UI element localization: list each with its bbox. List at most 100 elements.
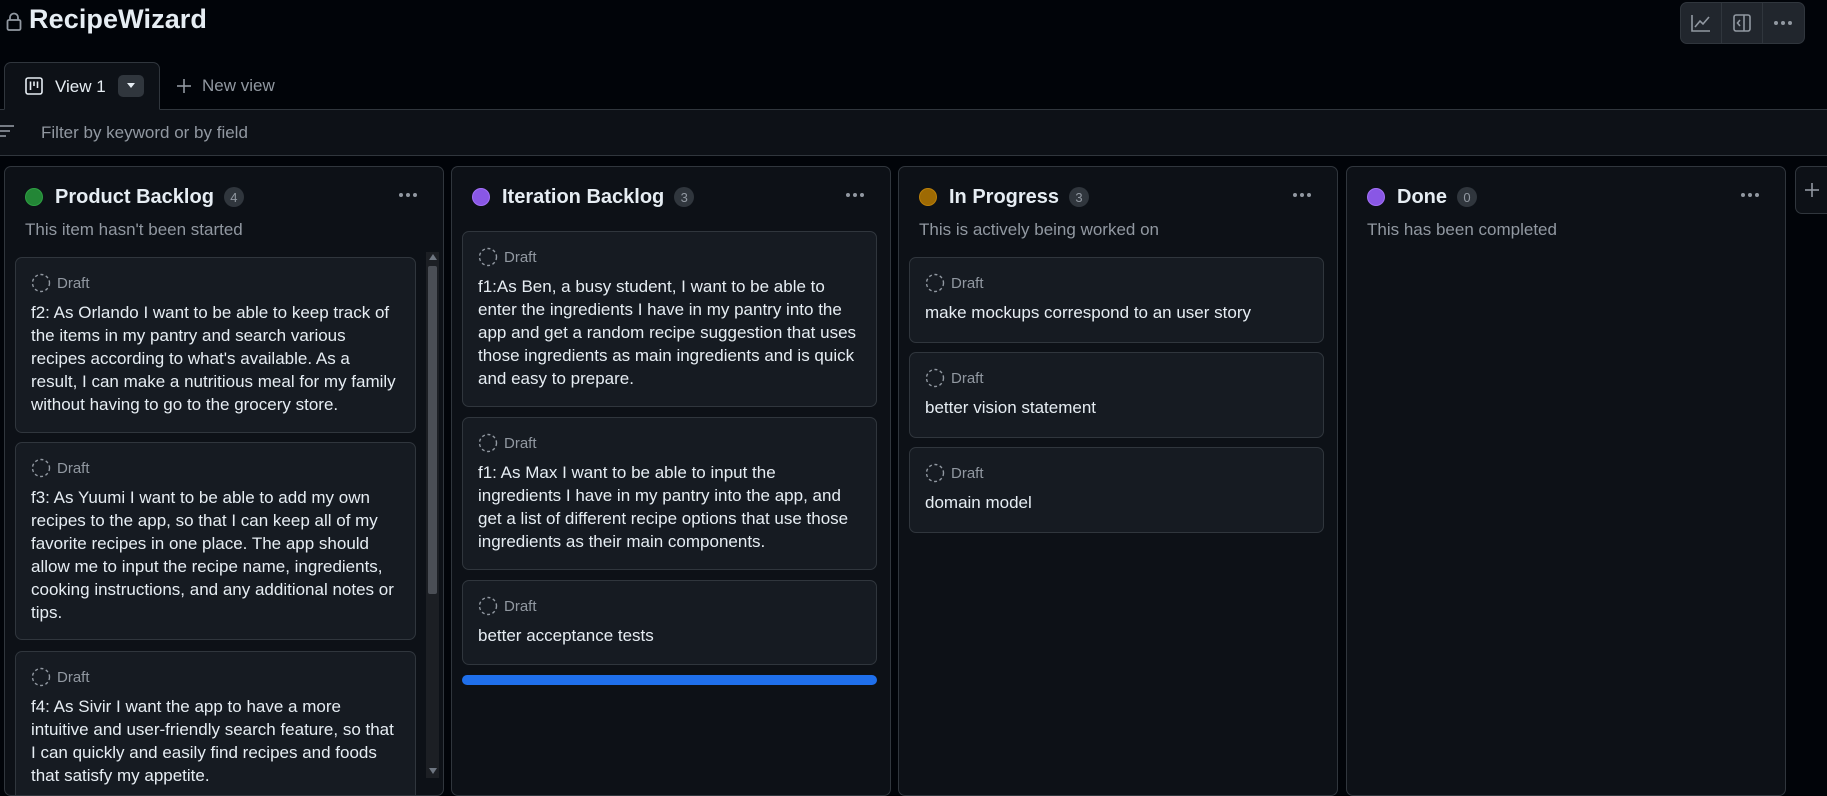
card-status-label: Draft: [951, 464, 984, 482]
column-count: 3: [674, 187, 695, 207]
column-product-backlog: Product Backlog 4 This item hasn't been …: [4, 166, 444, 796]
card-title[interactable]: f1: As Max I want to be able to input th…: [478, 461, 861, 553]
draft-circle-icon: [925, 463, 945, 483]
card[interactable]: Draft better vision statement: [909, 352, 1324, 438]
add-column-button[interactable]: [1795, 166, 1827, 214]
status-dot: [1367, 188, 1385, 206]
card-status: Draft: [31, 667, 400, 687]
project-header: RecipeWizard: [0, 0, 1827, 62]
scrollbar-thumb[interactable]: [428, 266, 437, 594]
card-status: Draft: [31, 458, 400, 478]
column-scrollbar[interactable]: [426, 252, 439, 778]
card-title[interactable]: better vision statement: [925, 396, 1308, 419]
new-view-button[interactable]: New view: [176, 76, 275, 96]
card-status-label: Draft: [504, 597, 537, 615]
card[interactable]: Draft better acceptance tests: [462, 580, 877, 665]
column-more-button[interactable]: [842, 185, 868, 205]
card-title[interactable]: f1:As Ben, a busy student, I want to be …: [478, 275, 861, 390]
filter-icon: [0, 125, 14, 137]
draft-circle-icon: [31, 273, 51, 293]
column-description: This item hasn't been started: [25, 220, 243, 239]
column-count: 4: [223, 187, 244, 207]
card-status: Draft: [925, 463, 1308, 483]
side-panel-button[interactable]: [1722, 3, 1763, 43]
tab-view-1[interactable]: View 1: [4, 62, 160, 110]
filter-input[interactable]: Filter by keyword or by field: [41, 123, 248, 143]
draft-circle-icon: [925, 273, 945, 293]
kebab-horizontal-icon: [1741, 193, 1759, 197]
card-title[interactable]: better acceptance tests: [478, 624, 861, 647]
card-status-label: Draft: [57, 459, 90, 477]
card-status-label: Draft: [57, 274, 90, 292]
lock-icon: [6, 12, 22, 31]
project-actions: [1680, 2, 1805, 44]
project-title: RecipeWizard: [29, 4, 208, 34]
drop-indicator: [462, 675, 877, 685]
column-more-button[interactable]: [395, 185, 421, 205]
status-dot: [472, 188, 490, 206]
filter-bar: Filter by keyword or by field: [0, 110, 1827, 156]
project-more-button[interactable]: [1763, 3, 1803, 43]
column-title: Product Backlog: [55, 185, 214, 208]
card-title[interactable]: f2: As Orlando I want to be able to keep…: [31, 301, 400, 416]
plus-icon: [1805, 183, 1819, 197]
column-iteration-backlog: Iteration Backlog 3 Draft f1:As Ben, a b…: [451, 166, 891, 796]
card[interactable]: Draft f1:As Ben, a busy student, I want …: [462, 231, 877, 407]
triangle-down-icon: [127, 83, 135, 88]
card-title[interactable]: f3: As Yuumi I want to be able to add my…: [31, 486, 400, 624]
column-done: Done 0 This has been completed: [1346, 166, 1786, 796]
card[interactable]: Draft domain model: [909, 447, 1324, 533]
card-status-label: Draft: [504, 248, 537, 266]
column-more-button[interactable]: [1289, 185, 1315, 205]
card-status: Draft: [925, 273, 1308, 293]
column-header: Product Backlog 4: [25, 184, 244, 210]
card-status: Draft: [478, 433, 861, 453]
draft-circle-icon: [31, 458, 51, 478]
card-status: Draft: [31, 273, 400, 293]
card-status-label: Draft: [951, 369, 984, 387]
kebab-horizontal-icon: [399, 193, 417, 197]
column-count: 3: [1069, 187, 1090, 207]
card-status-label: Draft: [504, 434, 537, 452]
kebab-horizontal-icon: [1293, 193, 1311, 197]
plus-icon: [177, 79, 191, 93]
side-panel-icon: [1733, 14, 1751, 32]
new-view-label: New view: [202, 76, 275, 95]
column-description: This has been completed: [1367, 220, 1557, 239]
column-header: Done 0: [1367, 184, 1477, 210]
column-in-progress: In Progress 3 This is actively being wor…: [898, 166, 1338, 796]
kebab-horizontal-icon: [1774, 21, 1792, 25]
column-description: This is actively being worked on: [919, 220, 1160, 239]
scroll-down-arrow[interactable]: [429, 768, 437, 774]
draft-circle-icon: [925, 368, 945, 388]
card-status-label: Draft: [951, 274, 984, 292]
column-count: 0: [1457, 187, 1477, 207]
card-status: Draft: [478, 247, 861, 267]
card[interactable]: Draft f2: As Orlando I want to be able t…: [15, 257, 416, 433]
view-tabs: View 1 New view: [0, 62, 1827, 110]
card-title[interactable]: domain model: [925, 491, 1308, 514]
column-header: Iteration Backlog 3: [472, 184, 695, 210]
card[interactable]: Draft f1: As Max I want to be able to in…: [462, 417, 877, 570]
card-title[interactable]: make mockups correspond to an user story: [925, 301, 1308, 324]
insights-button[interactable]: [1681, 3, 1722, 43]
column-header: In Progress 3: [919, 184, 1090, 210]
tab-label: View 1: [55, 77, 106, 96]
status-dot: [919, 188, 937, 206]
card-status: Draft: [478, 596, 861, 616]
card-title[interactable]: f4: As Sivir I want the app to have a mo…: [31, 695, 400, 787]
card[interactable]: Draft make mockups correspond to an user…: [909, 257, 1324, 343]
scroll-up-arrow[interactable]: [429, 254, 437, 260]
draft-circle-icon: [478, 433, 498, 453]
column-title: Done: [1397, 185, 1447, 208]
column-title: Iteration Backlog: [502, 185, 665, 208]
view-options-dropdown[interactable]: [118, 75, 144, 97]
status-dot: [25, 188, 43, 206]
card[interactable]: Draft f3: As Yuumi I want to be able to …: [15, 442, 416, 640]
column-more-button[interactable]: [1737, 185, 1763, 205]
insights-graph-icon: [1691, 15, 1710, 32]
card[interactable]: Draft f4: As Sivir I want the app to hav…: [15, 651, 416, 795]
card-status: Draft: [925, 368, 1308, 388]
column-title: In Progress: [949, 185, 1060, 208]
draft-circle-icon: [478, 596, 498, 616]
